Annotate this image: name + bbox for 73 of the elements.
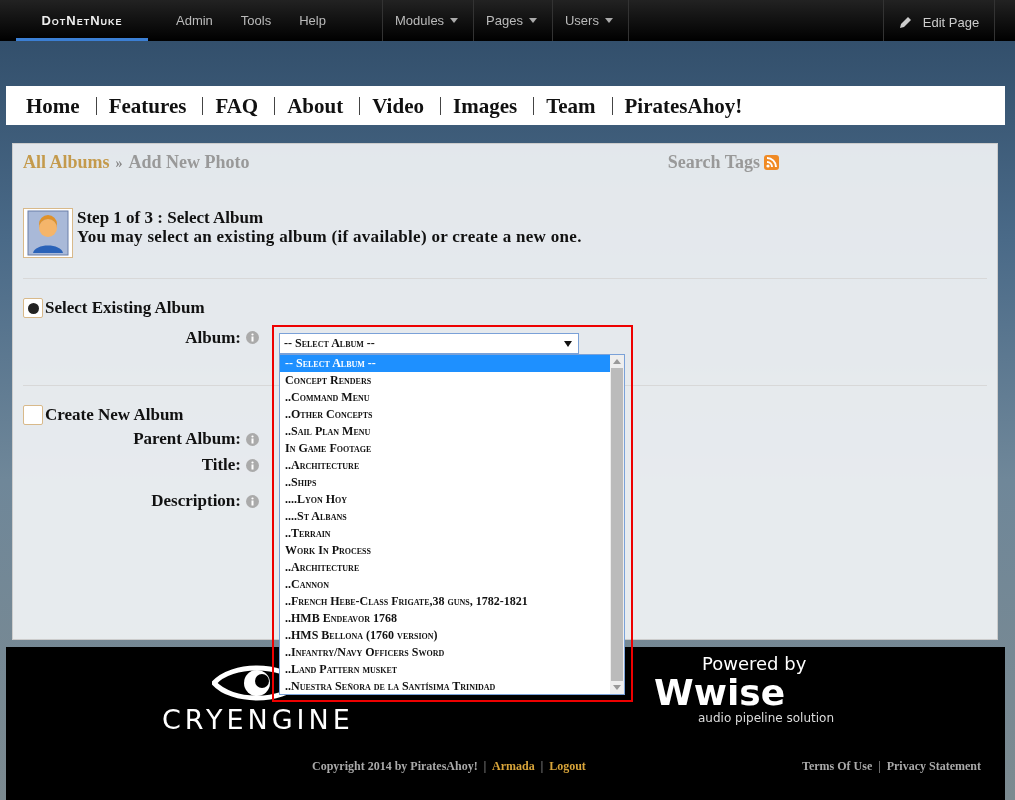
caret-icon [604,18,613,23]
footer-link[interactable]: Logout [549,759,586,774]
powered-by-text: Powered by [702,653,808,675]
info-icon[interactable] [246,331,259,344]
dropdown-option[interactable]: ..Land Pattern musket [280,661,610,678]
admin-menu-item[interactable]: Admin [162,0,227,41]
admin-menu-item[interactable]: Help [285,0,340,41]
footer-link[interactable]: Terms Of Use [802,759,873,774]
step-description: You may select an existing album (if available) or create a new one. [77,227,582,246]
field-label: Title: [200,455,242,475]
caret-icon [529,18,537,23]
site-nav-link[interactable]: FAQ [203,96,276,115]
radio-button[interactable] [23,298,43,318]
dropdown-option[interactable]: ..Ships [280,474,610,491]
radio-button[interactable] [23,405,43,425]
scroll-down-icon[interactable] [613,685,621,690]
caret-icon [564,340,572,347]
dropdown-option[interactable]: ..Sail Plan Menu [280,423,610,440]
radio-label: Create New Album [45,405,184,425]
dropdown-option[interactable]: ..HMS Bellona (1760 version) [280,627,610,644]
scroll-up-icon[interactable] [613,359,621,364]
footer-link[interactable]: Armada [492,759,535,774]
album-dropdown[interactable]: -- Select Album -- [279,333,579,354]
dropdown-option[interactable]: Work In Process [280,542,610,559]
info-icon[interactable] [246,432,259,446]
dotnetnuke-logo[interactable]: DotNetNuke [16,0,148,41]
info-icon[interactable] [246,494,259,508]
dropdown-option[interactable]: In Game Footage [280,440,610,457]
step-title: Step 1 of 3 : Select Album [77,208,265,227]
scrollbar-thumb[interactable] [611,368,623,681]
tagline-text: audio pipeline solution [698,711,834,725]
dropdown-option[interactable]: ..Nuestra Señora de la Santísima Trinidad [280,678,610,695]
scrollbar[interactable] [610,355,624,694]
dropdown-option[interactable]: ..Command Menu [280,389,610,406]
dropdown-option[interactable]: ..HMB Endeavor 1768 [280,610,610,627]
site-nav-link[interactable]: Video [360,96,441,115]
cryengine-logo-text: CRYENGINE [162,705,354,735]
admin-dropdown-menu[interactable]: Users [553,0,629,41]
separator: | [483,759,487,774]
dropdown-option[interactable]: Concept Renders [280,372,610,389]
dropdown-option[interactable]: ..Other Concepts [280,406,610,423]
avatar-icon [23,208,73,258]
dropdown-option[interactable]: ..Cannon [280,576,610,593]
pencil-icon [898,15,913,29]
separator: | [540,759,544,774]
field-label: Description: [150,491,242,511]
info-icon[interactable] [246,458,259,472]
site-nav-link[interactable]: About [275,96,361,115]
caret-icon [450,18,459,23]
dropdown-option[interactable]: ..Architecture [280,457,610,474]
site-nav-link[interactable]: Features [96,96,204,115]
dropdown-option[interactable]: ..French Hebe-Class Frigate,38 guns, 1782-1821 [280,593,610,610]
field-label: Parent Album: [132,429,242,449]
radio-label: Select Existing Album [45,298,205,318]
dropdown-option[interactable]: ....Lyon Hoy [280,491,610,508]
dropdown-option[interactable]: ..Infantry/Navy Officers Sword [280,644,610,661]
wwise-logo-text: Wwise [654,675,786,711]
breadcrumb-separator: » [115,155,123,172]
dropdown-option[interactable]: ..Architecture [280,559,610,576]
dropdown-option[interactable]: ..Terrain [280,525,610,542]
admin-dropdown-menu[interactable]: Pages [474,0,553,41]
dropdown-option[interactable]: ....St Albans [280,508,610,525]
rss-icon[interactable] [764,154,779,170]
copyright-text: Copyright 2014 by PiratesAhoy! [312,759,478,774]
admin-dropdown-menu[interactable]: Modules [382,0,475,41]
site-nav-link[interactable]: Team [534,96,613,115]
breadcrumb-current: Add New Photo [128,151,250,173]
field-label: Album: [184,327,242,348]
edit-page-button[interactable]: Edit Page [883,0,995,41]
site-nav-link[interactable]: Home [14,96,97,115]
admin-menu-item[interactable]: Tools [226,0,286,41]
footer-link[interactable]: Privacy Statement [886,759,981,774]
separator: | [878,759,881,774]
